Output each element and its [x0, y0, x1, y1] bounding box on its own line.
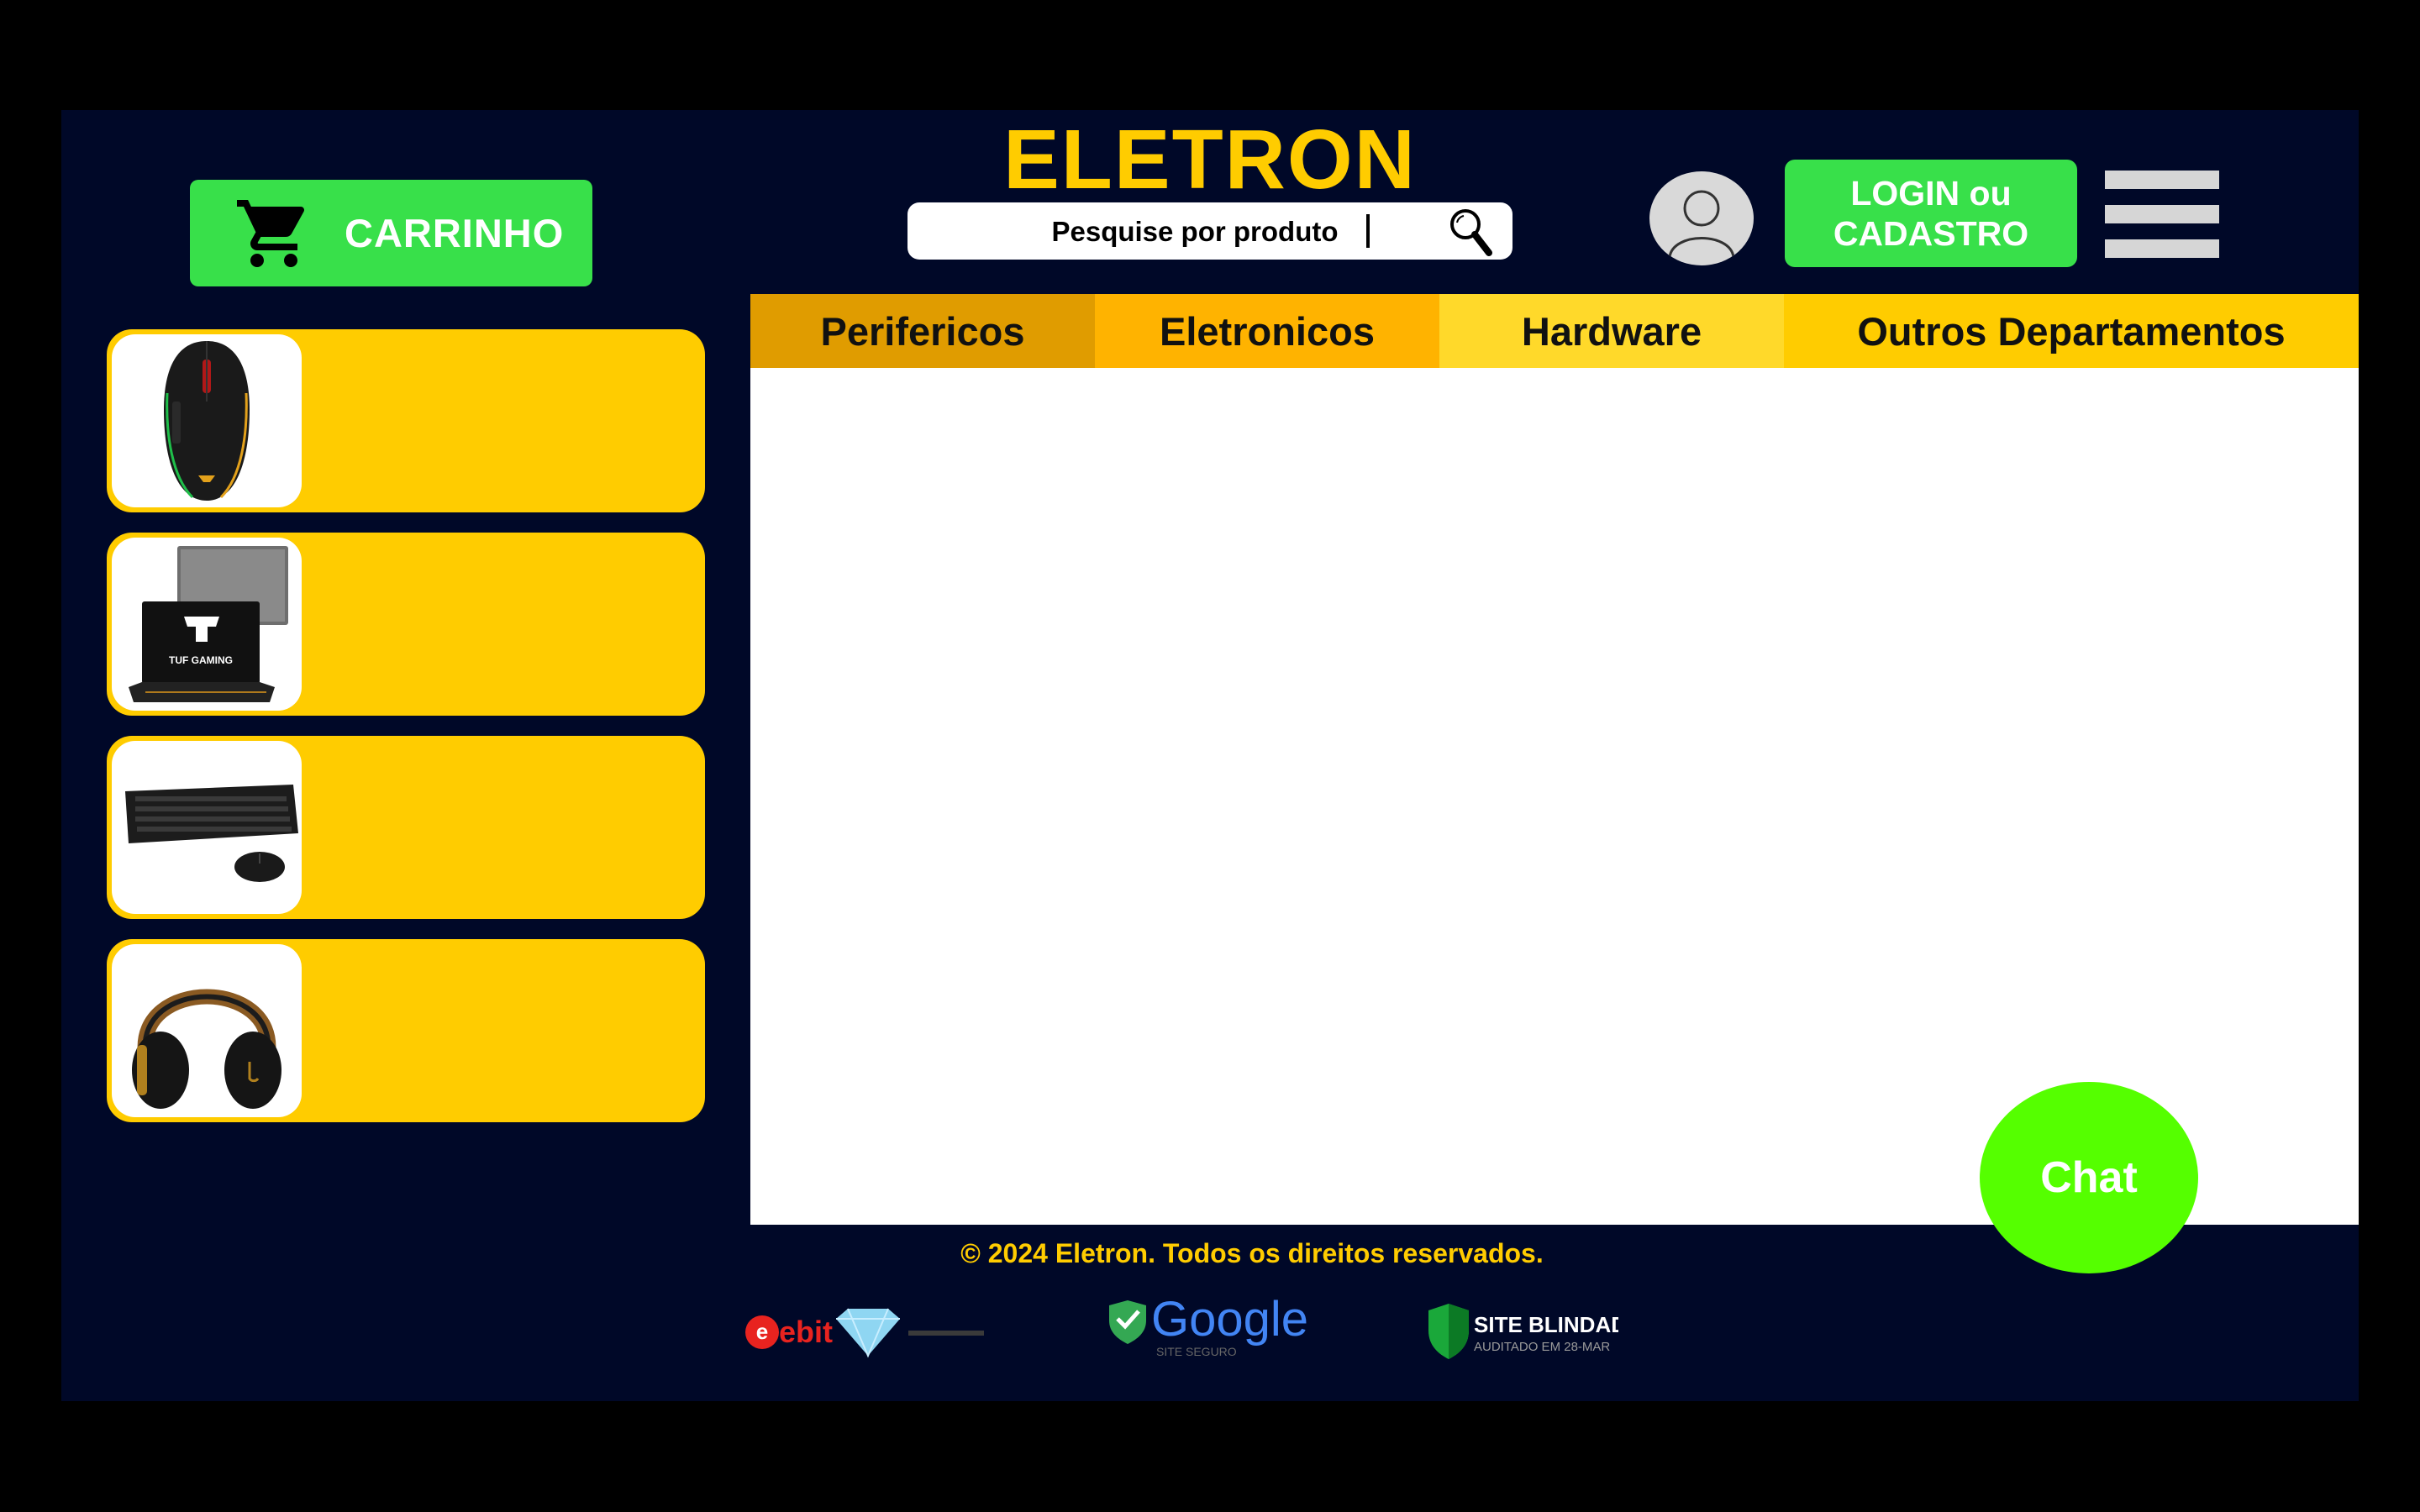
tab-hardware[interactable]: Hardware [1439, 294, 1784, 368]
product-image-keyboard [112, 741, 302, 914]
search-bar[interactable] [908, 202, 1512, 260]
google-sub-text: SITE SEGURO [1156, 1345, 1237, 1358]
login-label-line1: LOGIN ou [1850, 174, 2012, 213]
product-image-laptop: TUF GAMING [112, 538, 302, 711]
text-caret [1366, 214, 1370, 248]
blindado-sub-text: AUDITADO EM 28-MAR [1474, 1340, 1610, 1354]
product-card[interactable] [107, 736, 705, 919]
svg-text:e: e [756, 1319, 768, 1344]
login-button[interactable]: LOGIN ou CADASTRO [1785, 160, 2077, 267]
cart-icon [237, 199, 305, 267]
ebit-seal[interactable]: e ebit [744, 1294, 1004, 1369]
search-input[interactable] [975, 209, 1415, 255]
product-card[interactable] [107, 939, 705, 1122]
brand-logo[interactable]: ELETRON [924, 109, 1496, 210]
product-image-mouse [112, 334, 302, 507]
blindado-text: SITE BLINDADO [1474, 1312, 1618, 1337]
chat-button[interactable]: Chat [1980, 1082, 2198, 1273]
menu-icon[interactable] [2105, 171, 2219, 258]
tab-perifericos[interactable]: Perifericos [750, 294, 1095, 368]
google-safe-seal[interactable]: Google SITE SEGURO [1102, 1292, 1313, 1369]
product-image-headphones [112, 944, 302, 1117]
user-icon [1668, 190, 1735, 258]
ebit-text: ebit [779, 1315, 833, 1349]
user-avatar[interactable] [1649, 171, 1754, 265]
google-text: Google [1151, 1294, 1308, 1347]
site-blindado-seal[interactable]: SITE BLINDADO AUDITADO EM 28-MAR [1425, 1294, 1644, 1369]
tab-eletronicos[interactable]: Eletronicos [1095, 294, 1439, 368]
login-label-line2: CADASTRO [1833, 214, 2029, 253]
product-card[interactable] [107, 329, 705, 512]
cart-label: CARRINHO [345, 211, 565, 255]
laptop-brand-text: TUF GAMING [169, 654, 233, 666]
search-icon[interactable] [1445, 206, 1496, 258]
footer-copyright: © 2024 Eletron. Todos os direitos reserv… [960, 1238, 1544, 1268]
cart-button[interactable]: CARRINHO [190, 180, 592, 286]
tab-outros-departamentos[interactable]: Outros Departamentos [1784, 294, 2359, 368]
department-tabs: Perifericos Eletronicos Hardware Outros … [750, 294, 2359, 368]
product-card[interactable]: TUF GAMING [107, 533, 705, 716]
